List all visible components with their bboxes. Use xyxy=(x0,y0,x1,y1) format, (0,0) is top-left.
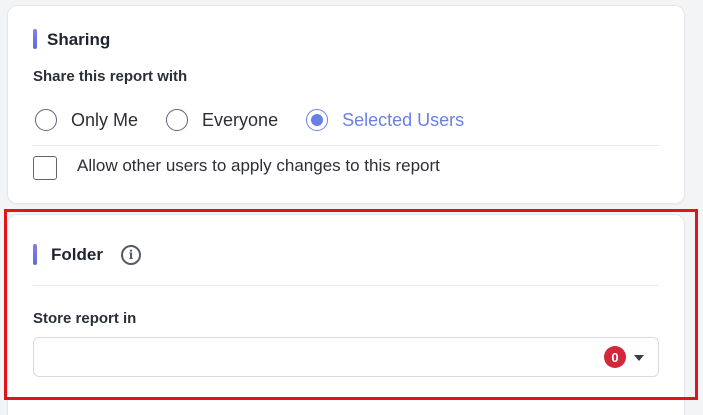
count-badge: 0 xyxy=(604,346,626,368)
folder-section-bar xyxy=(33,244,37,265)
radio-selected-users[interactable]: Selected Users xyxy=(306,109,464,131)
radio-selected-users-circle[interactable] xyxy=(306,109,329,131)
radio-only-me[interactable]: Only Me xyxy=(35,109,138,131)
radio-everyone[interactable]: Everyone xyxy=(166,109,278,131)
radio-everyone-circle[interactable] xyxy=(166,109,189,131)
radio-only-me-label: Only Me xyxy=(71,109,139,130)
sharing-section-bar xyxy=(33,29,37,49)
chevron-down-icon[interactable] xyxy=(634,355,644,361)
sharing-title: Sharing xyxy=(47,30,111,49)
folder-title: Folder xyxy=(51,245,103,264)
share-with-label: Share this report with xyxy=(33,68,188,85)
store-report-label: Store report in xyxy=(33,310,137,327)
share-with-radio-group: Only Me Everyone Selected Users xyxy=(35,105,492,135)
sharing-divider xyxy=(33,145,659,146)
store-report-select[interactable]: 0 xyxy=(33,337,659,377)
radio-selected-dot xyxy=(311,114,324,126)
radio-everyone-label: Everyone xyxy=(202,109,279,130)
allow-changes-label: Allow other users to apply changes to th… xyxy=(77,156,440,175)
radio-only-me-circle[interactable] xyxy=(35,109,57,131)
allow-changes-checkbox[interactable] xyxy=(33,156,57,180)
info-icon[interactable]: i xyxy=(121,245,141,265)
radio-selected-users-label: Selected Users xyxy=(342,109,465,130)
folder-divider xyxy=(33,285,659,286)
